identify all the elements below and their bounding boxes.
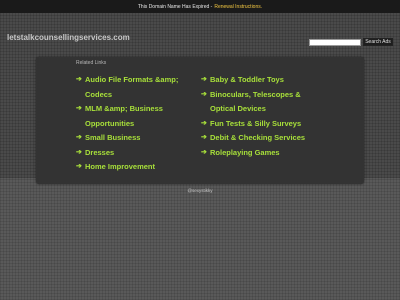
- related-links-title: Related Links: [76, 60, 107, 66]
- related-links-right-column: ➔ Baby & Toddler Toys ➔ Binoculars, Tele…: [201, 73, 321, 160]
- link-text: Audio File Formats &amp;: [85, 75, 179, 84]
- link-text: Debit & Checking Services: [210, 133, 306, 142]
- link-dresses[interactable]: ➔ Dresses: [76, 146, 196, 161]
- link-text: Small Business: [85, 133, 141, 142]
- header-area: letstalkcounsellingservices.com Search A…: [0, 13, 400, 184]
- link-text: Home Improvement: [85, 162, 156, 171]
- search-ads-button[interactable]: Search Ads: [363, 38, 393, 46]
- domain-name: letstalkcounsellingservices.com: [7, 33, 130, 42]
- link-fun-tests-surveys[interactable]: ➔ Fun Tests & Silly Surveys: [201, 117, 321, 132]
- link-binoculars-telescopes[interactable]: ➔ Binoculars, Telescopes & Optical Devic…: [201, 88, 321, 117]
- link-audio-file-formats[interactable]: ➔ Audio File Formats &amp; Codecs: [76, 73, 196, 102]
- arrow-icon: ➔: [76, 76, 82, 83]
- footer-text: @sexystikky: [187, 188, 213, 193]
- arrow-icon: ➔: [201, 119, 207, 127]
- arrow-icon: ➔: [76, 163, 82, 170]
- link-roleplaying-games[interactable]: ➔ Roleplaying Games: [201, 146, 321, 161]
- expired-notice-bar: This Domain Name Has Expired - Renewal I…: [0, 0, 400, 13]
- link-text: Dresses: [85, 147, 115, 157]
- arrow-icon: ➔: [201, 90, 207, 98]
- arrow-icon: ➔: [76, 134, 82, 141]
- related-links-left-column: ➔ Audio File Formats &amp; Codecs ➔ MLM …: [76, 73, 196, 175]
- link-text: MLM &amp; Business: [85, 104, 163, 113]
- search-input[interactable]: [309, 39, 361, 46]
- arrow-icon: ➔: [201, 148, 207, 156]
- arrow-icon: ➔: [76, 148, 82, 156]
- link-baby-toddler-toys[interactable]: ➔ Baby & Toddler Toys: [201, 73, 321, 88]
- link-text: Optical Devices: [210, 104, 266, 113]
- link-text: Opportunities: [85, 118, 135, 128]
- arrow-icon: ➔: [201, 76, 207, 83]
- renewal-instructions-link[interactable]: Renewal Instructions.: [214, 4, 262, 10]
- link-text: Binoculars, Telescopes &: [210, 89, 301, 99]
- arrow-icon: ➔: [76, 105, 82, 112]
- link-text: Codecs: [85, 89, 113, 99]
- link-home-improvement[interactable]: ➔ Home Improvement: [76, 160, 196, 175]
- link-text: Fun Tests & Silly Surveys: [210, 118, 302, 128]
- link-debit-checking-services[interactable]: ➔ Debit & Checking Services: [201, 131, 321, 146]
- arrow-icon: ➔: [201, 134, 207, 141]
- link-text: Baby & Toddler Toys: [210, 75, 284, 84]
- expired-notice-text: This Domain Name Has Expired -: [137, 3, 213, 10]
- link-small-business[interactable]: ➔ Small Business: [76, 131, 196, 146]
- related-links-panel: Related Links ➔ Audio File Formats &amp;…: [36, 57, 364, 184]
- link-mlm-business[interactable]: ➔ MLM &amp; Business Opportunities: [76, 102, 196, 131]
- link-text: Roleplaying Games: [210, 147, 280, 157]
